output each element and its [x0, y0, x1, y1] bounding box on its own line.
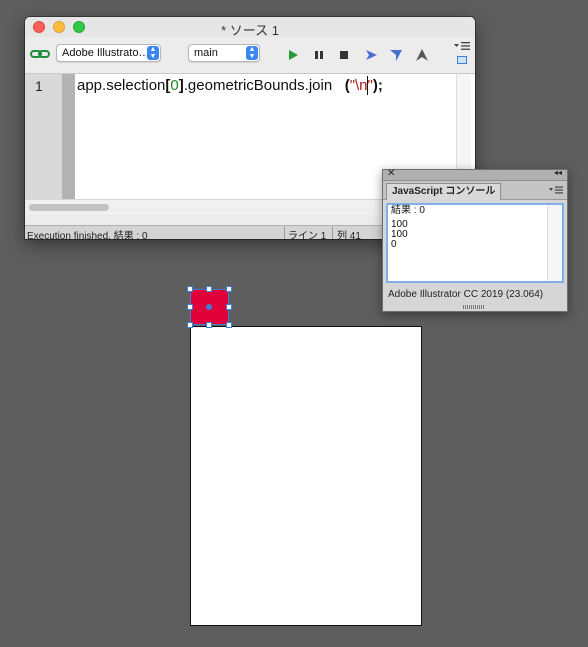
selection-handle[interactable] — [206, 322, 212, 328]
selection-handle[interactable] — [206, 286, 212, 292]
selection-handle[interactable] — [187, 286, 193, 292]
panel-menu-icon[interactable] — [454, 41, 470, 51]
code-token: app.selection — [77, 77, 166, 94]
step-out-icon[interactable] — [415, 48, 429, 62]
selection-handle[interactable] — [187, 322, 193, 328]
javascript-console-panel: ✕ ◂◂ JavaScript コンソール 結果 : 0 100 100 0 A… — [382, 168, 568, 312]
target-application-select[interactable]: Adobe Illustrato… ▲ ▼ — [56, 44, 161, 62]
engine-select[interactable]: main ▲ ▼ — [188, 44, 260, 62]
horizontal-scrollbar-thumb[interactable] — [29, 204, 109, 211]
code-token: ); — [372, 77, 383, 94]
resize-grip-icon[interactable] — [463, 305, 485, 309]
target-application-value: Adobe Illustrato… — [62, 47, 150, 59]
code-token-string: "\n" — [349, 77, 373, 94]
status-divider — [284, 227, 285, 239]
text-cursor — [367, 76, 368, 95]
toolbar: Adobe Illustrato… ▲ ▼ main ▲ ▼ — [25, 37, 475, 74]
artboard[interactable] — [190, 326, 422, 626]
panel-tab-row: JavaScript コンソール — [383, 181, 567, 200]
tab-javascript-console[interactable]: JavaScript コンソール — [386, 183, 502, 200]
engine-value: main — [194, 47, 218, 59]
fold-column — [62, 74, 75, 199]
panel-header[interactable]: ✕ ◂◂ — [383, 168, 567, 181]
code-token-number: 0 — [170, 77, 179, 94]
status-divider — [332, 227, 333, 239]
line-number-gutter: 1 — [25, 74, 62, 199]
status-message: Execution finished. 結果 : 0 — [27, 231, 148, 239]
collapse-icon[interactable]: ◂◂ — [554, 168, 562, 177]
stop-icon[interactable] — [337, 48, 351, 62]
panel-toggle-icon[interactable] — [457, 56, 467, 64]
step-into-icon[interactable] — [389, 48, 403, 62]
close-icon[interactable]: ✕ — [387, 168, 395, 179]
pause-icon[interactable] — [312, 48, 326, 62]
center-point — [206, 304, 212, 310]
code-token: .geometricBounds.join — [183, 77, 333, 94]
console-footer: Adobe Illustrator CC 2019 (23.064) — [388, 289, 544, 300]
panel-menu-icon[interactable] — [549, 186, 563, 194]
selection-handle[interactable] — [226, 322, 232, 328]
status-line: ライン 1 — [288, 231, 327, 239]
code-token-spacing — [332, 77, 345, 94]
title-bar[interactable]: * ソース 1 — [25, 17, 475, 38]
console-line: 結果 : 0 — [391, 205, 425, 216]
console-output[interactable]: 結果 : 0 100 100 0 — [386, 203, 564, 283]
console-scrollbar[interactable] — [547, 205, 562, 281]
selection-handle[interactable] — [226, 304, 232, 310]
chevron-updown-icon: ▲ ▼ — [246, 46, 258, 60]
console-line: 0 — [391, 239, 397, 250]
step-over-icon[interactable] — [364, 48, 378, 62]
chevron-updown-icon: ▲ ▼ — [147, 46, 159, 60]
link-icon[interactable] — [30, 48, 50, 60]
selection-handle[interactable] — [226, 286, 232, 292]
play-icon[interactable] — [286, 48, 300, 62]
selection-handle[interactable] — [187, 304, 193, 310]
console-output-lines: 結果 : 0 100 100 0 — [391, 206, 425, 250]
code-line-1[interactable]: app.selection[0].geometricBounds.join ("… — [77, 77, 383, 94]
line-number: 1 — [35, 78, 43, 94]
status-column: 列 41 — [337, 231, 361, 239]
